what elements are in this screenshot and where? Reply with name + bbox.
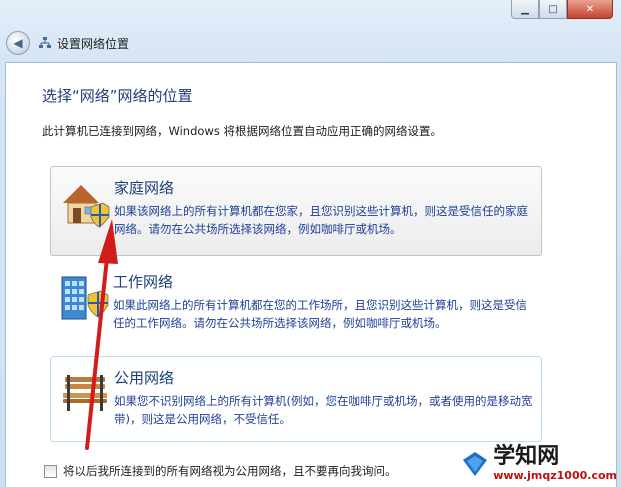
option-home-description: 如果该网络上的所有计算机都在您家，且您识别这些计算机，则这是受信任的家庭网络。请… (114, 204, 528, 236)
option-public-network[interactable]: 公用网络 如果您不识别网络上的所有计算机(例如，您在咖啡厅或机场，或者使用的是移… (50, 356, 542, 442)
watermark-name: 学知网 (493, 444, 560, 469)
page-description: 此计算机已连接到网络，Windows 将根据网络位置自动应用正确的网络设置。 (42, 124, 442, 138)
always-public-label: 将以后我所连接到的所有网络视为公用网络，且不要再向我询问。 (63, 464, 397, 478)
always-public-checkbox[interactable] (44, 464, 57, 478)
maximize-button[interactable]: □ (539, 0, 567, 19)
close-button[interactable]: ✕ (567, 0, 613, 19)
home-network-icon (63, 185, 110, 228)
caption-buttons: ▁ □ ✕ (511, 0, 613, 19)
always-public-row[interactable]: 将以后我所连接到的所有网络视为公用网络，且不要再向我询问。 (44, 463, 397, 479)
option-home-network[interactable]: 家庭网络 如果该网络上的所有计算机都在您家，且您识别这些计算机，则这是受信任的家… (50, 166, 542, 256)
network-location-window: ▁ □ ✕ ◀ 设置网络位置 选择“网络”网络的位置 此计算机已连接到网络，Wi… (0, 0, 621, 487)
option-public-title: 公用网络 (114, 369, 175, 387)
back-arrow-icon: ◀ (13, 36, 23, 50)
option-home-title: 家庭网络 (114, 179, 175, 197)
maximize-icon: □ (548, 3, 558, 15)
work-network-icon (61, 276, 109, 320)
window-title: 设置网络位置 (57, 36, 130, 51)
minimize-button[interactable]: ▁ (511, 0, 539, 19)
page-heading: 选择“网络”网络的位置 (42, 87, 193, 105)
option-work-title: 工作网络 (113, 273, 174, 291)
back-button[interactable]: ◀ (6, 31, 30, 55)
close-icon: ✕ (585, 3, 595, 15)
option-public-description: 如果您不识别网络上的所有计算机(例如，您在咖啡厅或机场，或者使用的是移动宽带)，… (114, 394, 533, 426)
watermark: 学知网 www.jmqz1000.com (461, 445, 617, 482)
public-network-icon (63, 375, 107, 411)
option-work-description: 如果此网络上的所有计算机都在您的工作场所，且您识别这些计算机，则这是受信任的工作… (113, 298, 527, 330)
navigation-bar: ◀ 设置网络位置 (6, 30, 129, 56)
watermark-url: www.jmqz1000.com (493, 469, 617, 482)
watermark-logo-icon (463, 451, 488, 476)
option-work-network[interactable]: 工作网络 如果此网络上的所有计算机都在您的工作场所，且您识别这些计算机，则这是受… (50, 261, 540, 341)
network-icon (39, 37, 51, 48)
minimize-icon: ▁ (521, 3, 529, 15)
content-panel: 选择“网络”网络的位置 此计算机已连接到网络，Windows 将根据网络位置自动… (5, 62, 617, 487)
